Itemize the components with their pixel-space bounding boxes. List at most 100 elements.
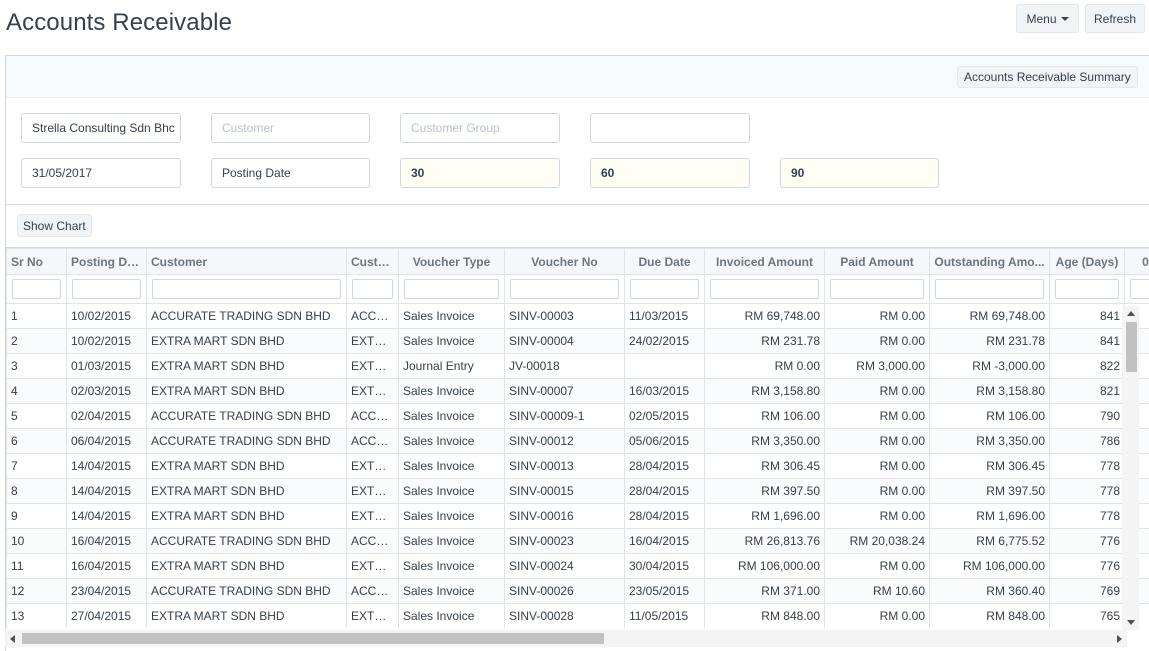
table-row[interactable]: 12 23/04/2015 ACCURATE TRADING SDN BHD ACCU… bbox=[6, 578, 1149, 604]
table-cell: 7 bbox=[6, 453, 67, 479]
column-header[interactable]: Outstanding Amo... bbox=[929, 248, 1050, 275]
column-header[interactable]: 0 bbox=[1124, 248, 1149, 275]
column-filter-input[interactable] bbox=[1055, 279, 1119, 299]
column-filter-input[interactable] bbox=[404, 279, 499, 299]
table-cell: EXTRA... bbox=[346, 328, 399, 354]
table-row[interactable]: 9 14/04/2015 EXTRA MART SDN BHD EXTRA... Sal… bbox=[6, 503, 1149, 529]
column-header[interactable]: Invoiced Amount bbox=[704, 248, 825, 275]
scroll-up-arrow-icon[interactable] bbox=[1127, 311, 1135, 316]
column-filter-input[interactable] bbox=[830, 279, 924, 299]
column-filter-input[interactable] bbox=[1130, 279, 1149, 299]
column-header[interactable]: Paid Amount bbox=[824, 248, 930, 275]
table-cell: SINV-00012 bbox=[504, 428, 625, 454]
range3-field[interactable]: 90 bbox=[780, 158, 939, 188]
panel-header: Accounts Receivable Summary bbox=[6, 56, 1149, 98]
table-cell: SINV-00026 bbox=[504, 578, 625, 604]
table-cell: Sales Invoice bbox=[398, 603, 505, 628]
table-cell: 769 bbox=[1049, 578, 1125, 604]
column-filter-input[interactable] bbox=[352, 279, 393, 299]
table-cell: 778 bbox=[1049, 478, 1125, 504]
table-cell: 28/04/2015 bbox=[624, 478, 705, 504]
menu-button[interactable]: Menu bbox=[1016, 4, 1079, 33]
table-cell: RM 0.00 bbox=[824, 553, 930, 579]
table-cell: 765 bbox=[1049, 603, 1125, 628]
extra-filter-field[interactable] bbox=[590, 113, 750, 143]
column-filter-cell bbox=[624, 274, 705, 304]
table-cell: 9 bbox=[6, 503, 67, 529]
column-filter-input[interactable] bbox=[152, 279, 341, 299]
table-cell: Sales Invoice bbox=[398, 403, 505, 429]
scroll-right-arrow-icon[interactable] bbox=[1117, 635, 1122, 643]
column-header[interactable]: Custo... bbox=[346, 248, 399, 275]
divider bbox=[6, 204, 1149, 205]
column-header[interactable]: Sr No bbox=[6, 248, 67, 275]
table-cell: 4 bbox=[6, 378, 67, 404]
accounts-receivable-summary-button[interactable]: Accounts Receivable Summary bbox=[957, 66, 1138, 88]
column-header[interactable]: Voucher No bbox=[504, 248, 625, 275]
table-cell: EXTRA MART SDN BHD bbox=[146, 378, 347, 404]
table-cell: RM 397.50 bbox=[929, 478, 1050, 504]
table-row[interactable]: 7 14/04/2015 EXTRA MART SDN BHD EXTRA... Sal… bbox=[6, 453, 1149, 479]
column-filter-input[interactable] bbox=[12, 279, 61, 299]
range1-field[interactable]: 30 bbox=[400, 158, 560, 188]
table-cell: 841 bbox=[1049, 328, 1125, 354]
column-header[interactable]: Customer bbox=[146, 248, 347, 275]
show-chart-button[interactable]: Show Chart bbox=[17, 214, 92, 237]
column-filter-cell bbox=[1049, 274, 1125, 304]
table-cell: RM 1,696.00 bbox=[704, 503, 825, 529]
table-cell: EXTRA... bbox=[346, 553, 399, 579]
table-cell: 786 bbox=[1049, 428, 1125, 454]
vertical-scroll-thumb[interactable] bbox=[1126, 322, 1137, 372]
horizontal-scrollbar[interactable] bbox=[5, 630, 1127, 647]
column-filter-input[interactable] bbox=[710, 279, 819, 299]
customer-field[interactable]: Customer bbox=[211, 113, 370, 143]
table-cell: RM 0.00 bbox=[824, 478, 930, 504]
table-cell: 01/03/2015 bbox=[66, 353, 147, 379]
report-date-field[interactable]: 31/05/2017 bbox=[21, 158, 181, 188]
table-cell: 841 bbox=[1049, 303, 1125, 329]
column-header[interactable]: Due Date bbox=[624, 248, 705, 275]
column-filter-input[interactable] bbox=[630, 279, 699, 299]
column-filter-input[interactable] bbox=[72, 279, 141, 299]
column-filter-input[interactable] bbox=[510, 279, 619, 299]
table-cell: RM 371.00 bbox=[704, 578, 825, 604]
refresh-button[interactable]: Refresh bbox=[1085, 4, 1145, 33]
table-cell: 11/05/2015 bbox=[624, 603, 705, 628]
table-cell: RM 26,813.76 bbox=[704, 528, 825, 554]
table-cell: RM 3,158.80 bbox=[704, 378, 825, 404]
scroll-down-arrow-icon[interactable] bbox=[1127, 620, 1135, 625]
ageing-based-on-select[interactable]: Posting Date bbox=[211, 158, 370, 188]
caret-down-icon bbox=[1060, 16, 1069, 21]
table-cell: EXTRA... bbox=[346, 378, 399, 404]
company-field[interactable]: Strella Consulting Sdn Bhc bbox=[21, 113, 181, 143]
table-row[interactable]: 4 02/03/2015 EXTRA MART SDN BHD EXTRA... Sal… bbox=[6, 378, 1149, 404]
table-cell: 3 bbox=[6, 353, 67, 379]
horizontal-scroll-thumb[interactable] bbox=[22, 633, 604, 644]
table-cell: 14/04/2015 bbox=[66, 503, 147, 529]
vertical-scrollbar[interactable] bbox=[1122, 306, 1139, 630]
column-header[interactable]: Voucher Type bbox=[398, 248, 505, 275]
table-cell: 11 bbox=[6, 553, 67, 579]
table-row[interactable]: 2 10/02/2015 EXTRA MART SDN BHD EXTRA... Sal… bbox=[6, 328, 1149, 354]
table-cell: Journal Entry bbox=[398, 353, 505, 379]
column-header[interactable]: Posting Da... bbox=[66, 248, 147, 275]
table-row[interactable]: 11 16/04/2015 EXTRA MART SDN BHD EXTRA... Sa… bbox=[6, 553, 1149, 579]
table-row[interactable]: 13 27/04/2015 EXTRA MART SDN BHD EXTRA... Sa… bbox=[6, 603, 1149, 628]
table-cell: Sales Invoice bbox=[398, 503, 505, 529]
column-filter-input[interactable] bbox=[935, 279, 1044, 299]
column-header[interactable]: Age (Days) bbox=[1049, 248, 1125, 275]
table-cell: ACCU... bbox=[346, 528, 399, 554]
table-cell: RM 0.00 bbox=[824, 403, 930, 429]
table-cell: RM 3,350.00 bbox=[929, 428, 1050, 454]
table-row[interactable]: 10 16/04/2015 ACCURATE TRADING SDN BHD ACCU… bbox=[6, 528, 1149, 554]
table-row[interactable]: 1 10/02/2015 ACCURATE TRADING SDN BHD ACCU.… bbox=[6, 303, 1149, 329]
table-row[interactable]: 5 02/04/2015 ACCURATE TRADING SDN BHD ACCU.… bbox=[6, 403, 1149, 429]
scroll-left-arrow-icon[interactable] bbox=[10, 635, 15, 643]
customer-group-field[interactable]: Customer Group bbox=[400, 113, 560, 143]
table-cell: 776 bbox=[1049, 553, 1125, 579]
table-row[interactable]: 6 06/04/2015 ACCURATE TRADING SDN BHD ACCU.… bbox=[6, 428, 1149, 454]
table-row[interactable]: 3 01/03/2015 EXTRA MART SDN BHD EXTRA... Jou… bbox=[6, 353, 1149, 379]
table-cell: SINV-00009-1 bbox=[504, 403, 625, 429]
range2-field[interactable]: 60 bbox=[590, 158, 750, 188]
table-row[interactable]: 8 14/04/2015 EXTRA MART SDN BHD EXTRA... Sal… bbox=[6, 478, 1149, 504]
